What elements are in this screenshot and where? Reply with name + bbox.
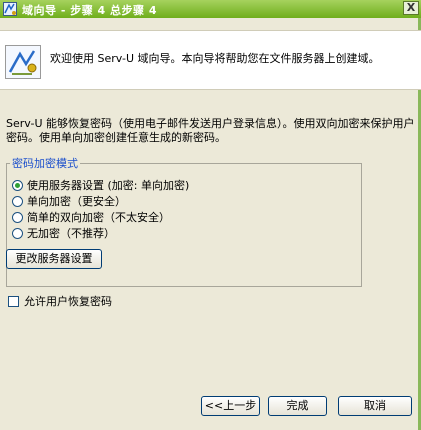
allow-recovery-label: 允许用户恢复密码 [24, 295, 112, 308]
back-button[interactable]: <<上一步 [201, 396, 260, 416]
radio-button[interactable] [12, 195, 23, 207]
description-text: Serv-U 能够恢复密码（使用电子邮件发送用户登录信息）。使用双向加密来保护用… [6, 117, 415, 144]
wizard-app-icon [3, 2, 17, 16]
allow-recovery-row[interactable]: 允许用户恢复密码 [8, 293, 112, 309]
wizard-icon [5, 45, 41, 79]
radio-button[interactable] [12, 179, 23, 191]
change-server-settings-button[interactable]: 更改服务器设置 [6, 249, 102, 269]
radio-label: 简单的双向加密（不太安全） [27, 211, 170, 224]
finish-button[interactable]: 完成 [268, 396, 327, 416]
radio-label: 无加密（不推荐） [27, 227, 115, 240]
window-title: 域向导 - 步骤 4 总步骤 4 [22, 4, 158, 17]
radio-label: 使用服务器设置 (加密: 单向加密) [27, 179, 190, 192]
radio-button[interactable] [12, 211, 23, 223]
password-mode-legend: 密码加密模式 [10, 155, 80, 171]
radio-two-way[interactable]: 简单的双向加密（不太安全） [12, 209, 170, 224]
title-bar: 域向导 - 步骤 4 总步骤 4 X [0, 0, 421, 18]
close-icon: X [406, 1, 416, 14]
wizard-header: 欢迎使用 Serv-U 域向导。本向导将帮助您在文件服务器上创建域。 [0, 30, 421, 90]
allow-recovery-checkbox[interactable] [8, 295, 19, 307]
radio-label: 单向加密（更安全） [27, 195, 126, 208]
radio-one-way[interactable]: 单向加密（更安全） [12, 193, 126, 208]
header-text: 欢迎使用 Serv-U 域向导。本向导将帮助您在文件服务器上创建域。 [50, 52, 380, 65]
radio-button[interactable] [12, 227, 23, 239]
radio-server-settings[interactable]: 使用服务器设置 (加密: 单向加密) [12, 177, 190, 192]
radio-no-encryption[interactable]: 无加密（不推荐） [12, 225, 115, 240]
close-button[interactable]: X [403, 1, 419, 15]
cancel-button[interactable]: 取消 [338, 396, 412, 416]
